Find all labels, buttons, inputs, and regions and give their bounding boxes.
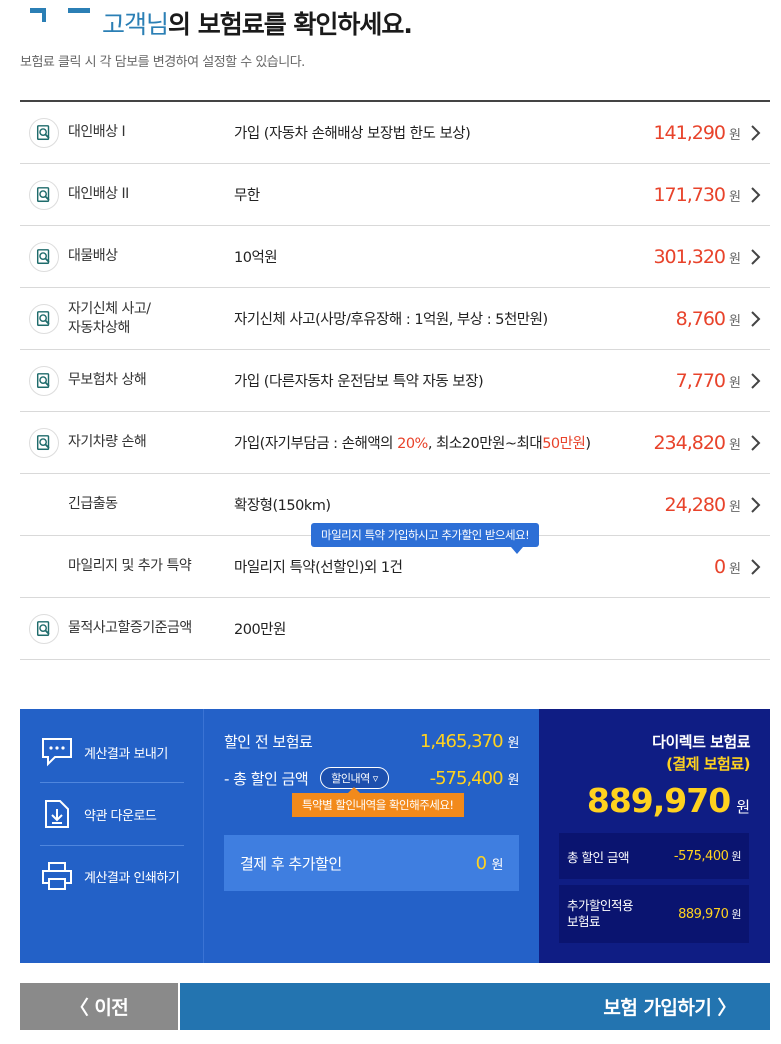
coverage-label: 자기차량 손해 [68, 434, 147, 450]
before-discount-row: 할인 전 보험료 1,465,370 원 [224, 731, 520, 752]
chat-bubble-icon [40, 735, 74, 769]
coverage-desc: 가입(자기부담금 : 손해액의 20%, 최소20만원~최대50만원) [234, 436, 591, 452]
after-payment-discount-box: 결제 후 추가할인 0 원 [224, 835, 519, 891]
direct-premium-panel: 다이렉트 보험료 (결제 보험료) 889,970 원 총 할인 금액 -575,… [539, 709, 770, 963]
coverage-info-icon[interactable] [29, 180, 59, 210]
download-terms-label: 약관 다운로드 [84, 808, 157, 824]
coverage-label: 물적사고할증기준금액 [68, 620, 192, 636]
direct-premium-title: 다이렉트 보험료 (결제 보험료) [652, 733, 750, 773]
coverage-info-icon[interactable] [29, 614, 59, 644]
coverage-label: 긴급출동 [68, 496, 118, 512]
coverage-desc: 가입 (다른자동차 운전담보 특약 자동 보장) [234, 374, 484, 390]
coverage-price[interactable]: 171,730 원 [653, 184, 741, 206]
prev-button[interactable]: 〈 이전 [20, 983, 178, 1030]
coverage-info-icon[interactable] [29, 242, 59, 272]
chevron-down-icon: ▿ [372, 772, 379, 785]
discount-tooltip: 특약별 할인내역을 확인해주세요! [292, 787, 464, 817]
coverage-desc: 무한 [234, 188, 260, 204]
download-icon [40, 797, 74, 831]
coverage-label: 대인배상 II [68, 186, 129, 202]
coverage-row[interactable]: 대인배상 II 무한 171,730 원 [20, 164, 770, 226]
action-column: 계산결과 보내기 약관 다운로드 계산결과 인쇄하기 [20, 709, 204, 963]
coverage-desc: 자기신체 사고(사망/후유장해 : 1억원, 부상 : 5천만원) [234, 312, 548, 328]
chevron-right-icon[interactable] [746, 186, 764, 204]
coverage-price[interactable]: 8,760 원 [676, 308, 741, 330]
coverage-price[interactable]: 234,820 원 [653, 432, 741, 454]
chevron-right-icon[interactable] [746, 434, 764, 452]
coverage-row: 물적사고할증기준금액 200만원 [20, 598, 770, 660]
before-discount-value: 1,465,370 [419, 731, 504, 752]
summary-panel: 계산결과 보내기 약관 다운로드 계산결과 인쇄하기 할인 전 보험료 1,46… [20, 709, 770, 963]
direct-total-discount: 총 할인 금액 -575,400 원 [559, 833, 749, 879]
coverage-desc: 마일리지 특약(선할인)외 1건 [234, 560, 403, 576]
coverage-label: 마일리지 및 추가 특약 [68, 558, 192, 574]
print-result-button[interactable]: 계산결과 인쇄하기 [40, 859, 184, 893]
chevron-right-icon[interactable] [746, 124, 764, 142]
coverage-info-icon[interactable] [29, 366, 59, 396]
join-insurance-button[interactable]: 보험 가입하기 〉 [180, 983, 770, 1030]
coverage-row[interactable]: 대인배상 I 가입 (자동차 손해배상 보장법 한도 보상) 141,290 원 [20, 102, 770, 164]
coverage-info-icon[interactable] [29, 428, 59, 458]
header-decoration [30, 8, 90, 22]
coverage-price[interactable]: 7,770 원 [676, 370, 741, 392]
coverage-price[interactable]: 24,280 원 [665, 494, 741, 516]
chevron-right-icon[interactable] [746, 310, 764, 328]
chevron-right-icon[interactable] [746, 558, 764, 576]
page-subtitle: 보험료 클릭 시 각 담보를 변경하여 설정할 수 있습니다. [20, 55, 305, 70]
direct-extra-discount-premium: 추가할인적용 보험료 889,970 원 [559, 885, 749, 943]
send-result-label: 계산결과 보내기 [84, 746, 168, 762]
coverage-price[interactable]: 0원 [714, 556, 741, 578]
total-discount-value: -575,400 [429, 767, 504, 789]
print-result-label: 계산결과 인쇄하기 [84, 870, 180, 886]
coverage-desc: 200만원 [234, 622, 286, 638]
coverage-label: 무보험차 상해 [68, 372, 147, 388]
printer-icon [40, 859, 74, 893]
coverage-label: 자기신체 사고/ 자동차상해 [68, 300, 151, 336]
send-result-button[interactable]: 계산결과 보내기 [40, 735, 184, 769]
chevron-right-icon[interactable] [746, 496, 764, 514]
coverage-list: 대인배상 I 가입 (자동차 손해배상 보장법 한도 보상) 141,290 원 대인배… [20, 100, 770, 660]
coverage-row[interactable]: 무보험차 상해 가입 (다른자동차 운전담보 특약 자동 보장) 7,770 원 [20, 350, 770, 412]
coverage-desc: 확장형(150km) [234, 498, 331, 514]
premium-breakdown: 할인 전 보험료 1,465,370 원 - 총 할인 금액 할인내역 ▿ -5… [204, 709, 539, 963]
coverage-desc: 가입 (자동차 손해배상 보장법 한도 보상) [234, 126, 471, 142]
coverage-label: 대인배상 I [68, 124, 126, 140]
total-discount-label: - 총 할인 금액 [224, 769, 309, 788]
discount-detail-button[interactable]: 할인내역 ▿ [320, 767, 389, 789]
direct-premium-amount: 889,970 원 [586, 781, 750, 820]
before-discount-label: 할인 전 보험료 [224, 733, 313, 751]
mileage-tooltip: 마일리지 특약 가입하시고 추가할인 받으세요! [311, 523, 540, 554]
coverage-row[interactable]: 대물배상 10억원 301,320 원 [20, 226, 770, 288]
total-discount-row: - 총 할인 금액 할인내역 ▿ -575,400 원 [224, 767, 520, 789]
coverage-info-icon[interactable] [29, 304, 59, 334]
coverage-price[interactable]: 301,320 원 [653, 246, 741, 268]
coverage-price[interactable]: 141,290 원 [653, 122, 741, 144]
chevron-right-icon[interactable] [746, 372, 764, 390]
coverage-row[interactable]: 자기신체 사고/ 자동차상해 자기신체 사고(사망/후유장해 : 1억원, 부상 … [20, 288, 770, 350]
after-payment-label: 결제 후 추가할인 [240, 854, 342, 873]
coverage-info-icon[interactable] [29, 118, 59, 148]
after-payment-value: 0 [475, 852, 487, 874]
coverage-desc: 10억원 [234, 250, 278, 266]
download-terms-button[interactable]: 약관 다운로드 [40, 797, 184, 831]
coverage-row[interactable]: 자기차량 손해 가입(자기부담금 : 손해액의 20%, 최소20만원~최대50만… [20, 412, 770, 474]
page-header: 고객님의 보험료를 확인하세요. [30, 0, 413, 46]
chevron-right-icon[interactable] [746, 248, 764, 266]
coverage-label: 대물배상 [68, 248, 118, 264]
